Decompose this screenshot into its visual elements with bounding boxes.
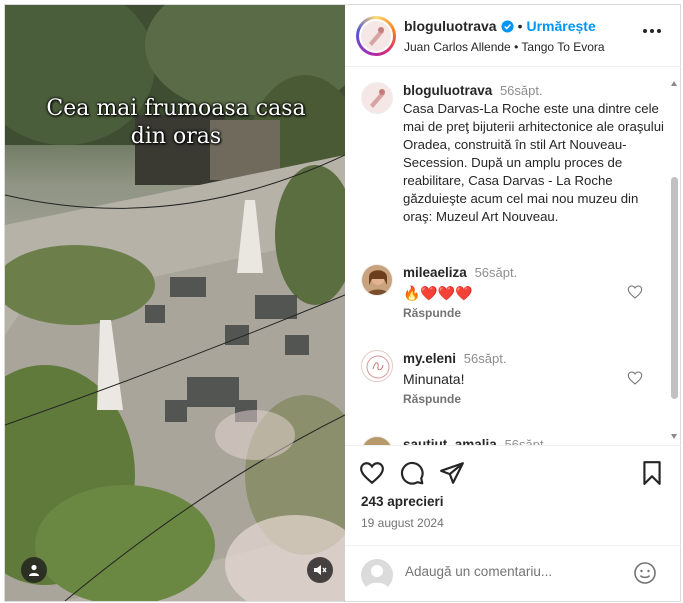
- comment-username[interactable]: mileaeliza: [403, 265, 467, 280]
- comment-body: sautiut_amalia 56săpt.: [403, 436, 623, 445]
- comment-item: mileaeliza 56săpt. 🔥❤️❤️❤️ Răspunde: [361, 264, 661, 334]
- follow-button[interactable]: Urmărește: [526, 18, 595, 34]
- comment-body: mileaeliza 56săpt. 🔥❤️❤️❤️: [403, 264, 623, 302]
- audio-author: Juan Carlos Allende: [404, 40, 511, 54]
- current-user-avatar: [361, 559, 393, 591]
- caption-username[interactable]: bloguluotrava: [403, 83, 492, 98]
- comment-input[interactable]: [405, 564, 625, 579]
- commenter-avatar[interactable]: [361, 264, 393, 296]
- emoji-picker-icon[interactable]: [633, 561, 657, 585]
- post-header: bloguluotrava • Urmărește Juan Carlos Al…: [345, 5, 681, 67]
- audio-song: Tango To Evora: [521, 40, 605, 54]
- caption-text: Casa Darvas-La Roche este una dintre cel…: [403, 101, 664, 224]
- reply-button[interactable]: Răspunde: [403, 392, 461, 406]
- comment-time[interactable]: 56săpt.: [464, 351, 507, 366]
- user-icon: [29, 564, 39, 576]
- comment-item: sautiut_amalia 56săpt.: [361, 436, 661, 445]
- post-side-panel: bloguluotrava • Urmărește Juan Carlos Al…: [345, 5, 681, 601]
- comment-time[interactable]: 56săpt.: [475, 265, 518, 280]
- speaker-muted-icon: [314, 565, 327, 575]
- comment-username[interactable]: sautiut_amalia: [403, 437, 497, 445]
- post-actions: 243 aprecieri 19 august 2024: [345, 445, 681, 545]
- caption-body: bloguluotrava 56săpt. Casa Darvas-La Roc…: [403, 82, 665, 226]
- audio-separator: •: [514, 40, 519, 54]
- comment-time[interactable]: 56săpt.: [505, 437, 548, 445]
- likes-count[interactable]: 243 aprecieri: [361, 494, 444, 509]
- author-line: bloguluotrava • Urmărește: [404, 18, 596, 34]
- post-date[interactable]: 19 august 2024: [361, 516, 444, 530]
- commenter-avatar[interactable]: [361, 436, 393, 445]
- caption-author-avatar[interactable]: [361, 82, 393, 114]
- like-comment-heart-icon[interactable]: [627, 370, 643, 386]
- post-video[interactable]: Cea mai frumoasa casa din oras: [5, 5, 345, 601]
- comment-text: 🔥❤️❤️❤️: [403, 285, 473, 301]
- comment-bubble-icon[interactable]: [399, 460, 425, 486]
- commenter-avatar[interactable]: [361, 350, 393, 382]
- comments-scroll-area[interactable]: bloguluotrava 56săpt. Casa Darvas-La Roc…: [345, 68, 681, 445]
- share-paper-plane-icon[interactable]: [439, 460, 465, 486]
- like-comment-heart-icon[interactable]: [627, 284, 643, 300]
- more-options-icon[interactable]: [643, 29, 661, 33]
- verified-badge-icon: [501, 19, 514, 33]
- tagged-users-button[interactable]: [21, 557, 47, 583]
- comment-item: my.eleni 56săpt. Minunata! Răspunde: [361, 350, 661, 420]
- author-username[interactable]: bloguluotrava: [404, 18, 497, 34]
- header-dot: •: [517, 18, 523, 34]
- like-heart-icon[interactable]: [359, 460, 385, 486]
- comment-text: Minunata!: [403, 371, 465, 387]
- audio-attribution[interactable]: Juan Carlos Allende • Tango To Evora: [404, 40, 605, 54]
- add-comment-bar: [345, 545, 681, 601]
- comment-username[interactable]: my.eleni: [403, 351, 456, 366]
- reply-button[interactable]: Răspunde: [403, 306, 461, 320]
- caption-time[interactable]: 56săpt.: [500, 83, 543, 98]
- video-overlay-caption: Cea mai frumoasa casa din oras: [46, 96, 306, 149]
- save-bookmark-icon[interactable]: [639, 460, 665, 486]
- mute-button[interactable]: [307, 557, 333, 583]
- comment-body: my.eleni 56săpt. Minunata!: [403, 350, 623, 388]
- instagram-post: Cea mai frumoasa casa din oras bloguluot…: [4, 4, 681, 602]
- comments-scrollbar[interactable]: [671, 81, 678, 439]
- author-avatar[interactable]: [356, 16, 396, 56]
